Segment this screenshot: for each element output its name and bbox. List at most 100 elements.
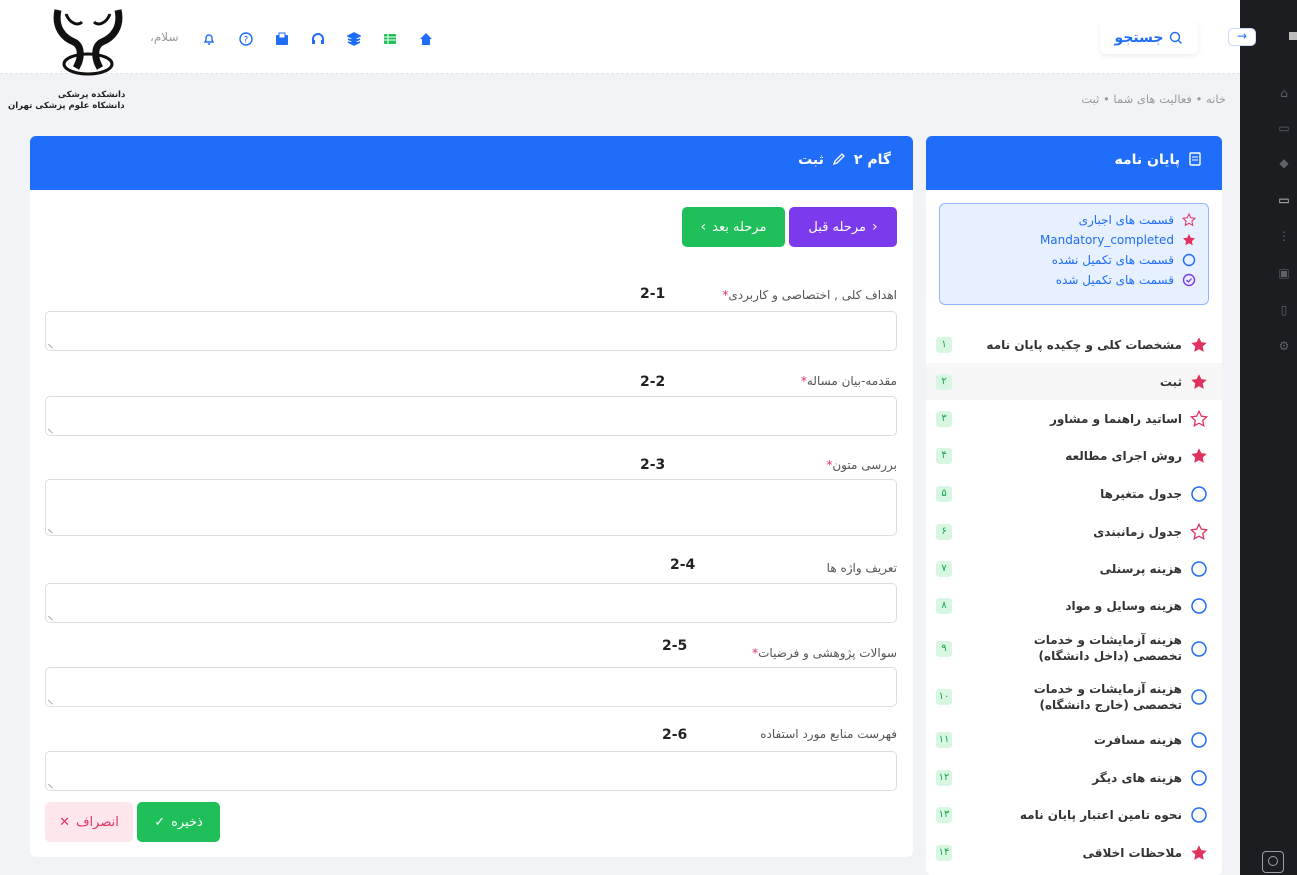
university-logo [53, 9, 123, 76]
file-icon[interactable]: ▯ [1276, 302, 1292, 318]
section-item[interactable]: جدول متغیرها ۵ [926, 475, 1222, 512]
sidebar-toggle-button[interactable]: → [1228, 28, 1256, 46]
laptop-icon[interactable]: ▭ [1276, 120, 1292, 136]
thesis-title: پایان نامه [1114, 152, 1180, 168]
section-item[interactable]: هزینه پرسنلی ۷ [926, 550, 1222, 587]
section-label: روش اجرای مطالعه [1065, 448, 1182, 463]
app-rail: ⌂ ▭ ◆ ▭ ⋮ ▣ ▯ ⚙ [1240, 0, 1297, 875]
section-item[interactable]: هزینه های دیگر ۱۲ [926, 759, 1222, 796]
circle-icon [1190, 688, 1208, 706]
legend-completed: قسمت های تکمیل شده [940, 270, 1196, 290]
circle-icon [1190, 597, 1208, 615]
pencil-icon [832, 153, 845, 166]
search-label: جستجو [1114, 30, 1164, 46]
table-icon[interactable] [381, 30, 399, 48]
section-number: ۷ [936, 560, 952, 577]
section-number: ۱۴ [936, 844, 952, 861]
section-item[interactable]: هزینه وسایل و مواد ۸ [926, 587, 1222, 624]
section-label: اساتید راهنما و مشاور [1049, 411, 1182, 426]
star-outline-icon [1182, 213, 1196, 227]
section-item[interactable]: هزینه مسافرت ۱۱ [926, 721, 1222, 758]
section-number: ۲ [936, 373, 952, 390]
section-label: هزینه آزمایشات و خدمات تخصصی (داخل دانشگ… [1033, 633, 1182, 663]
step-subtitle: ثبت [798, 152, 824, 168]
settings-icon[interactable]: ⚙ [1276, 338, 1292, 354]
layers-icon[interactable] [345, 30, 363, 48]
previous-step-button[interactable]: ‹ مرحله قبل [789, 207, 897, 247]
top-header: دانشکده پرشکی دانشکاه علوم پزشکی تهران س… [0, 0, 1240, 111]
document-plus-icon[interactable]: ▣ [1276, 265, 1292, 281]
step-header: گام ۲ ثبت [30, 136, 913, 190]
legend-incomplete: قسمت های تکمیل نشده [940, 250, 1196, 270]
definitions-textarea[interactable] [45, 583, 897, 623]
section-item[interactable]: مشخصات کلی و چکیده پایان نامه ۱ [926, 326, 1222, 363]
circle-icon [1190, 485, 1208, 503]
introduction-textarea[interactable] [45, 396, 897, 436]
legend-box: قسمت های اجباری Mandatory_completed قسمت… [939, 203, 1209, 305]
circle-icon [1190, 769, 1208, 787]
section-item[interactable]: جدول زمانبندی ۶ [926, 513, 1222, 550]
references-textarea[interactable] [45, 751, 897, 791]
section-number: ۱۳ [936, 807, 952, 823]
objectives-textarea[interactable] [45, 311, 897, 351]
section-label: مشخصات کلی و چکیده پایان نامه [986, 337, 1182, 352]
circle-icon [1190, 640, 1208, 658]
section-number: ۵ [936, 485, 952, 502]
literature-textarea[interactable] [45, 479, 897, 536]
bell-icon[interactable] [200, 30, 218, 48]
section-item[interactable]: هزینه آزمایشات و خدمات تخصصی (داخل دانشگ… [926, 624, 1222, 673]
thesis-sections-card: پایان نامه قسمت های اجباری Mandatory_com… [926, 136, 1222, 875]
star-outline-icon [1189, 409, 1209, 428]
circle-icon [1190, 806, 1208, 824]
section-number: ۸ [936, 597, 952, 614]
section-label: هزینه های دیگر [1092, 770, 1182, 785]
inbox-icon[interactable] [273, 30, 291, 48]
section-label: هزینه وسایل و مواد [1065, 598, 1182, 613]
close-icon: ✕ [59, 814, 71, 830]
star-filled-icon [1190, 336, 1208, 354]
university-line1: دانشکده پرشکی [58, 90, 126, 100]
chevron-right-icon: › [700, 219, 707, 235]
section-label: هزینه پرسنلی [1099, 561, 1182, 576]
section-label: ملاحظات اخلاقی [1082, 845, 1183, 860]
check-icon: ✓ [154, 814, 166, 830]
section-number: ۱ [936, 336, 952, 353]
circle-button[interactable] [1262, 851, 1284, 873]
search-button[interactable]: جستجو [1100, 22, 1198, 54]
home-icon[interactable] [417, 30, 435, 48]
section-number: ۱۰ [936, 689, 952, 705]
chevron-left-icon: ‹ [871, 219, 878, 235]
save-button[interactable]: ذخیره ✓ [137, 802, 220, 842]
headset-icon[interactable] [309, 30, 327, 48]
help-icon[interactable]: ? [237, 30, 255, 48]
section-number: ۳ [936, 410, 952, 427]
step-title: گام ۲ [853, 152, 891, 168]
section-item[interactable]: ثبت ۲ [926, 363, 1222, 400]
section-item[interactable]: هزینه آزمایشات و خدمات تخصصی (خارج دانشگ… [926, 673, 1222, 721]
circle-icon [1190, 560, 1208, 578]
section-item[interactable]: اساتید راهنما و مشاور ۳ [926, 400, 1222, 437]
star-filled-icon [1190, 373, 1208, 391]
laptop-active-icon[interactable]: ▭ [1276, 192, 1292, 208]
section-label: نحوه تامین اعتبار پایان نامه [1019, 808, 1182, 822]
next-step-button[interactable]: مرحله بعد › [682, 207, 785, 247]
section-number: ۹ [936, 640, 952, 657]
section-number: ۴ [936, 447, 952, 464]
research-questions-textarea[interactable] [45, 667, 897, 707]
legend-mandatory-completed: Mandatory_completed [940, 230, 1196, 250]
section-item[interactable]: روش اجرای مطالعه ۴ [926, 437, 1222, 474]
more-icon[interactable]: ⋮ [1276, 228, 1292, 244]
check-circle-icon [1182, 273, 1196, 287]
section-item[interactable]: ملاحظات اخلاقی ۱۴ [926, 834, 1222, 871]
svg-text:?: ? [244, 36, 249, 46]
section-label: جدول متغیرها [1100, 486, 1182, 501]
star-outline-icon [1189, 522, 1209, 541]
section-item[interactable]: نحوه تامین اعتبار پایان نامه ۱۳ [926, 796, 1222, 834]
section-number: ۱۱ [936, 731, 952, 748]
section-label: ثبت [1159, 374, 1182, 389]
graduation-icon[interactable]: ◆ [1276, 155, 1292, 171]
university-line2: دانشکاه علوم پزشکی تهران [8, 101, 125, 111]
home-icon[interactable]: ⌂ [1276, 85, 1292, 101]
star-filled-icon [1190, 447, 1208, 465]
cancel-button[interactable]: انصراف ✕ [45, 802, 133, 842]
